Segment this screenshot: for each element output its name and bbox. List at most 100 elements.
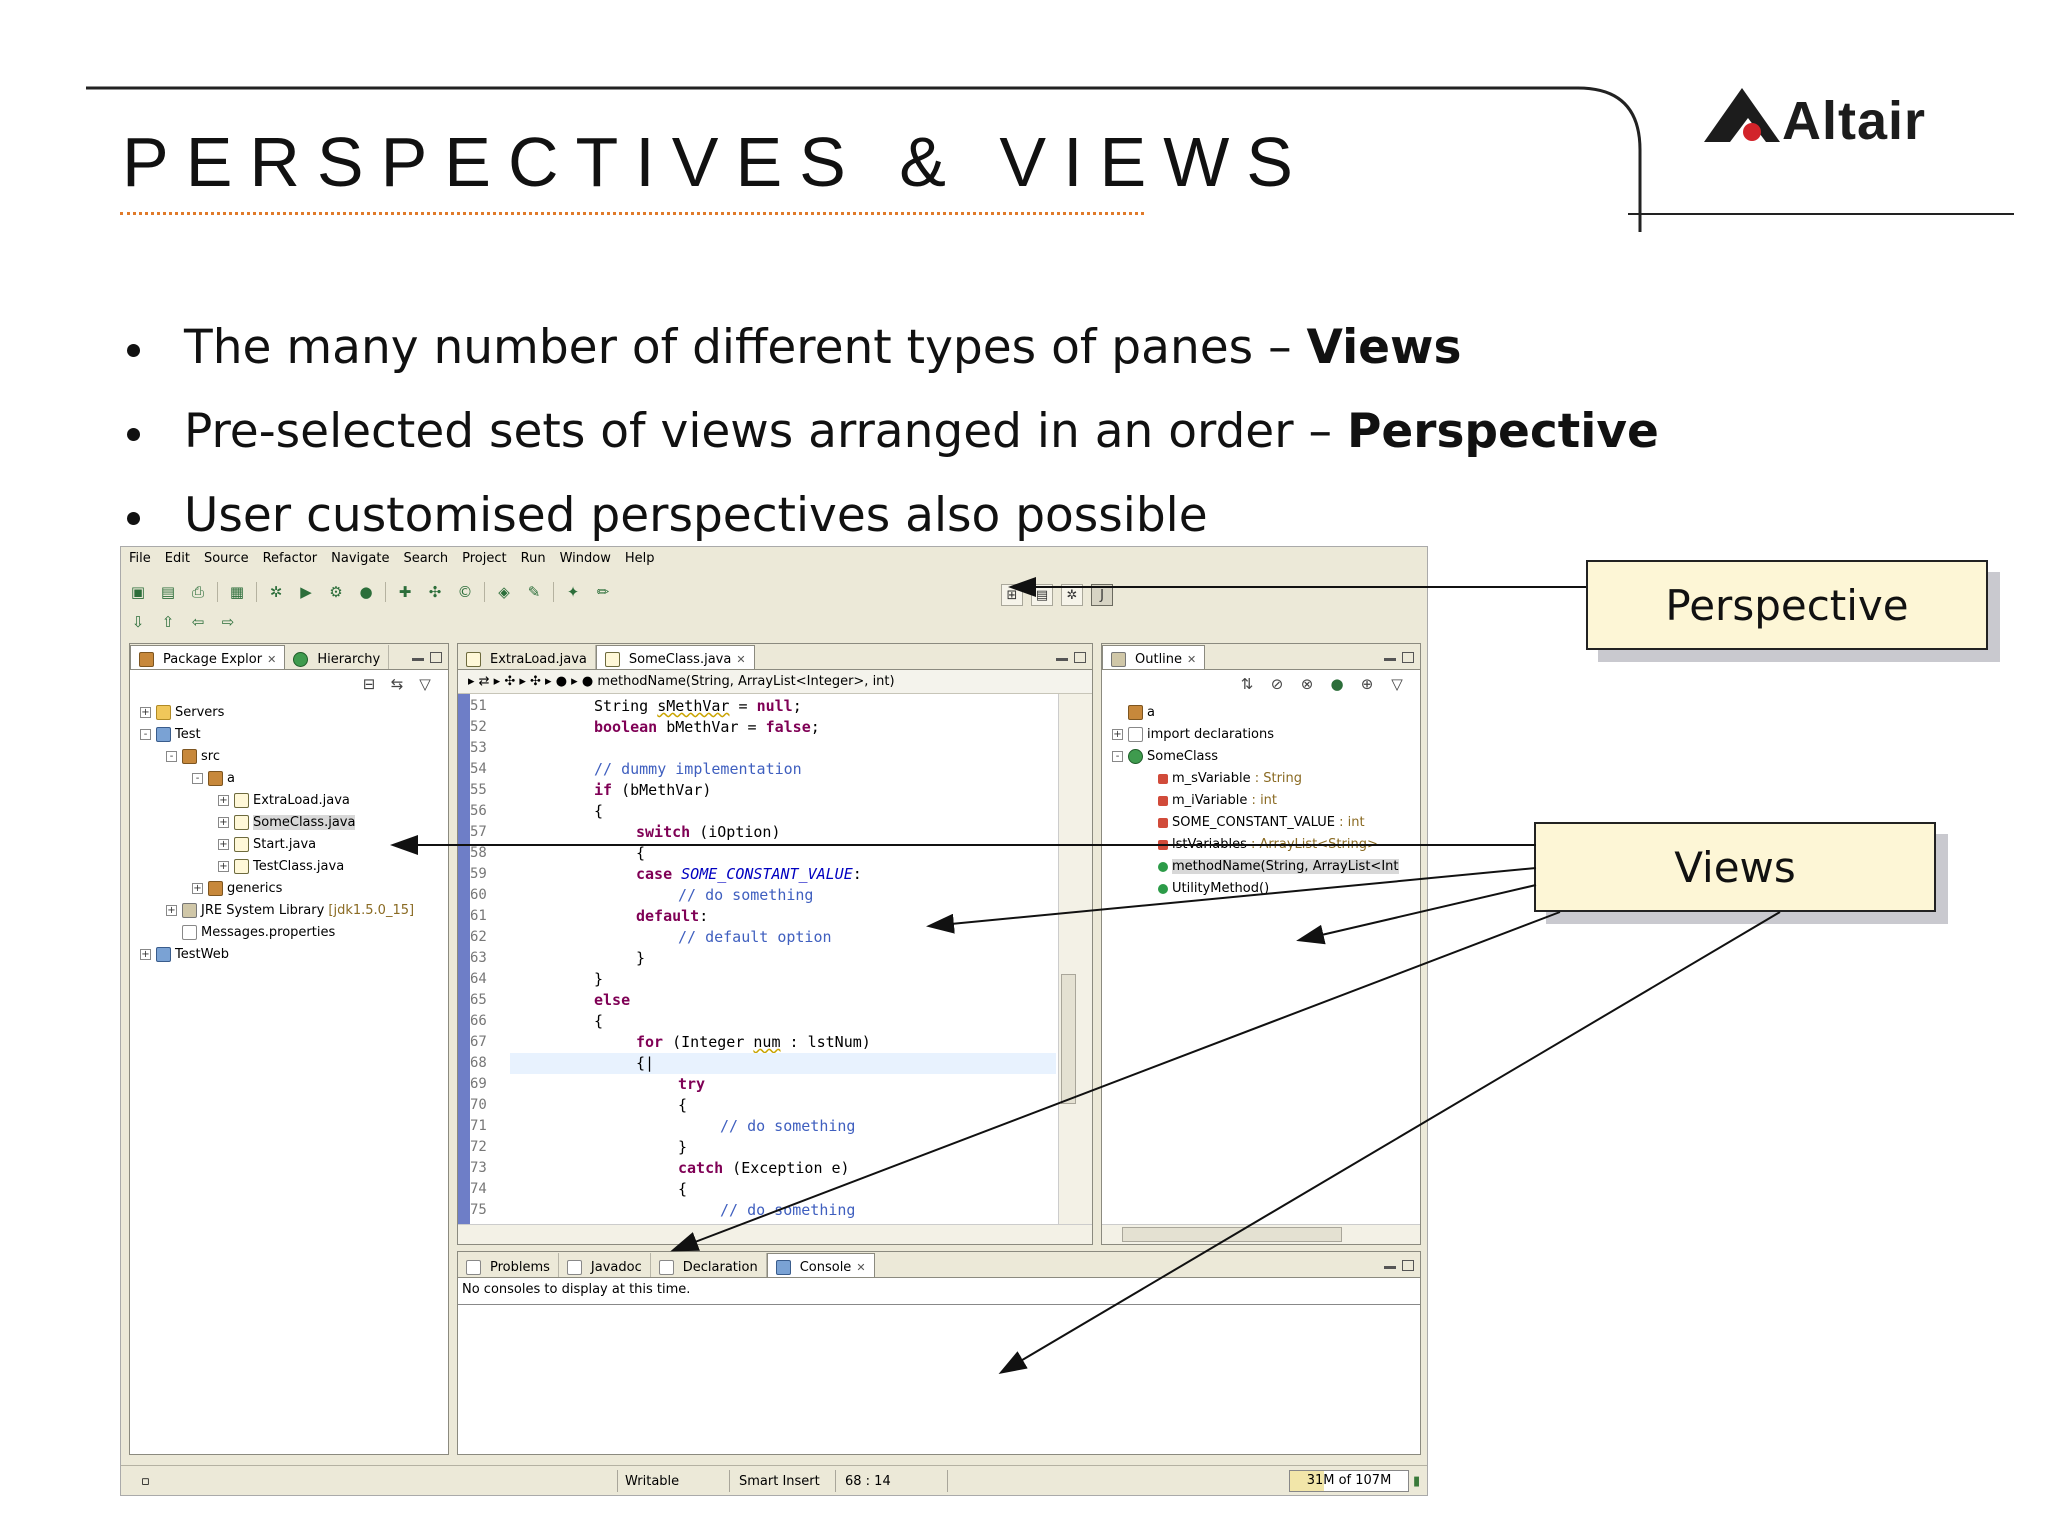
tree-item[interactable]: UtilityMethod() <box>1142 878 1269 900</box>
new-project-icon[interactable]: ✚ <box>394 582 416 602</box>
expand-icon[interactable]: + <box>140 707 151 718</box>
next-annotation-icon[interactable]: ⇩ <box>127 612 149 632</box>
maximize-icon[interactable] <box>1402 652 1414 663</box>
menu-run[interactable]: Run <box>521 551 546 567</box>
code-line[interactable]: catch (Exception e) <box>510 1158 850 1179</box>
menu-navigate[interactable]: Navigate <box>331 551 389 567</box>
view-menu-chevron-down-icon[interactable]: ▽ <box>414 674 436 694</box>
hide-local-types-icon[interactable]: ⊕ <box>1356 674 1378 694</box>
new-package-icon[interactable]: ✣ <box>424 582 446 602</box>
resource-perspective-icon[interactable]: ▤ <box>1031 584 1053 606</box>
code-line[interactable]: boolean bMethVar = false; <box>510 717 820 738</box>
tab-package-explorer[interactable]: Package Explor ✕ <box>130 645 286 669</box>
view-menu-chevron-down-icon[interactable]: ▽ <box>1386 674 1408 694</box>
breadcrumb[interactable]: ▸ ⇄ ▸ ✣ ▸ ✣ ▸ ● ▸ ● methodName(String, A… <box>458 670 1092 694</box>
menu-project[interactable]: Project <box>462 551 506 567</box>
tree-item[interactable]: + ExtraLoad.java <box>218 790 350 812</box>
menu-source[interactable]: Source <box>204 551 249 567</box>
close-icon[interactable]: ✕ <box>1187 653 1196 666</box>
expand-icon[interactable]: + <box>218 817 229 828</box>
code-line[interactable]: { <box>510 1095 687 1116</box>
tab-problems[interactable]: Problems <box>458 1253 559 1277</box>
tree-item[interactable]: + Servers <box>140 702 224 724</box>
tree-item[interactable]: Messages.properties <box>166 922 335 944</box>
maximize-icon[interactable] <box>1074 652 1086 663</box>
save-icon[interactable]: ▤ <box>157 582 179 602</box>
tab-hierarchy[interactable]: Hierarchy <box>285 645 390 669</box>
tree-item[interactable]: + generics <box>192 878 282 900</box>
hide-static-icon[interactable]: ⊗ <box>1296 674 1318 694</box>
vertical-scrollbar[interactable] <box>1058 694 1078 1224</box>
tree-item[interactable]: + import declarations <box>1112 724 1274 746</box>
back-icon[interactable]: ⇦ <box>187 612 209 632</box>
horizontal-scrollbar[interactable] <box>1102 1224 1420 1244</box>
minimize-icon[interactable] <box>412 658 424 661</box>
code-line[interactable]: // dummy implementation <box>510 759 802 780</box>
toggle-mark-icon[interactable]: ✦ <box>562 582 584 602</box>
prev-annotation-icon[interactable]: ⇧ <box>157 612 179 632</box>
minimize-icon[interactable] <box>1384 1266 1396 1269</box>
run-icon[interactable]: ▶ <box>295 582 317 602</box>
java-perspective-icon[interactable]: J <box>1091 584 1113 606</box>
code-line[interactable]: // do something <box>510 1200 855 1221</box>
minimize-icon[interactable] <box>1384 658 1396 661</box>
close-icon[interactable]: ✕ <box>736 653 745 666</box>
scroll-thumb[interactable] <box>1122 1227 1342 1242</box>
tab-javadoc[interactable]: Javadoc <box>559 1253 651 1277</box>
close-icon[interactable]: ✕ <box>856 1261 865 1274</box>
tree-item[interactable]: + TestClass.java <box>218 856 344 878</box>
scroll-thumb[interactable] <box>1061 974 1076 1104</box>
code-line[interactable]: { <box>510 1011 603 1032</box>
print-icon[interactable]: ⎙ <box>187 582 209 602</box>
tree-item[interactable]: m_sVariable : String <box>1142 768 1302 790</box>
run-external-icon[interactable]: ⚙ <box>325 582 347 602</box>
code-line[interactable]: for (Integer num : lstNum) <box>510 1032 871 1053</box>
fast-view-icon[interactable]: ▫ <box>141 1474 150 1489</box>
debug-perspective-icon[interactable]: ✲ <box>1061 584 1083 606</box>
code-line[interactable]: } <box>510 969 603 990</box>
tree-item[interactable]: lstVariables : ArrayList<String> <box>1142 834 1378 856</box>
code-line[interactable]: try <box>510 1074 705 1095</box>
tree-item[interactable]: SOME_CONSTANT_VALUE : int <box>1142 812 1365 834</box>
code-line[interactable]: } <box>510 1137 687 1158</box>
maximize-icon[interactable] <box>430 652 442 663</box>
tree-item[interactable]: -a <box>192 768 235 790</box>
minimize-icon[interactable] <box>1056 658 1068 661</box>
sort-icon[interactable]: ⇅ <box>1236 674 1258 694</box>
close-icon[interactable]: ✕ <box>267 653 276 666</box>
menu-search[interactable]: Search <box>403 551 448 567</box>
hide-fields-icon[interactable]: ⊘ <box>1266 674 1288 694</box>
expand-icon[interactable]: + <box>192 883 203 894</box>
tab-outline[interactable]: Outline ✕ <box>1102 645 1206 669</box>
code-line[interactable]: { <box>510 801 603 822</box>
forward-icon[interactable]: ⇨ <box>217 612 239 632</box>
code-line[interactable]: switch (iOption) <box>510 822 781 843</box>
binary-icon[interactable]: ▦ <box>226 582 248 602</box>
tree-item[interactable]: methodName(String, ArrayList<Int <box>1142 856 1399 878</box>
tab-someclass-java[interactable]: SomeClass.java ✕ <box>595 645 755 669</box>
tree-item[interactable]: a <box>1112 702 1155 724</box>
code-line[interactable]: if (bMethVar) <box>510 780 711 801</box>
horizontal-scrollbar[interactable] <box>458 1224 1092 1244</box>
expand-icon[interactable]: + <box>1112 729 1123 740</box>
tree-item[interactable]: - src <box>166 746 220 768</box>
expand-icon[interactable]: + <box>140 949 151 960</box>
link-editor-icon[interactable]: ⇆ <box>386 674 408 694</box>
new-class-icon[interactable]: © <box>454 582 476 602</box>
menu-file[interactable]: File <box>129 551 151 567</box>
tree-item[interactable]: + TestWeb <box>140 944 229 966</box>
menu-refactor[interactable]: Refactor <box>263 551 318 567</box>
expand-icon[interactable]: + <box>218 861 229 872</box>
collapse-icon[interactable]: - <box>166 751 177 762</box>
expand-icon[interactable]: + <box>218 795 229 806</box>
collapse-icon[interactable]: - <box>192 773 203 784</box>
debug-icon[interactable]: ✲ <box>265 582 287 602</box>
highlight-icon[interactable]: ✏ <box>592 582 614 602</box>
tree-item[interactable]: - SomeClass <box>1112 746 1218 768</box>
code-line[interactable]: case SOME_CONSTANT_VALUE: <box>510 864 862 885</box>
collapse-icon[interactable]: - <box>140 729 151 740</box>
tree-item[interactable]: - Test <box>140 724 201 746</box>
tab-declaration[interactable]: Declaration <box>651 1253 767 1277</box>
code-line[interactable]: default: <box>510 906 708 927</box>
code-line[interactable]: // default option <box>510 927 832 948</box>
